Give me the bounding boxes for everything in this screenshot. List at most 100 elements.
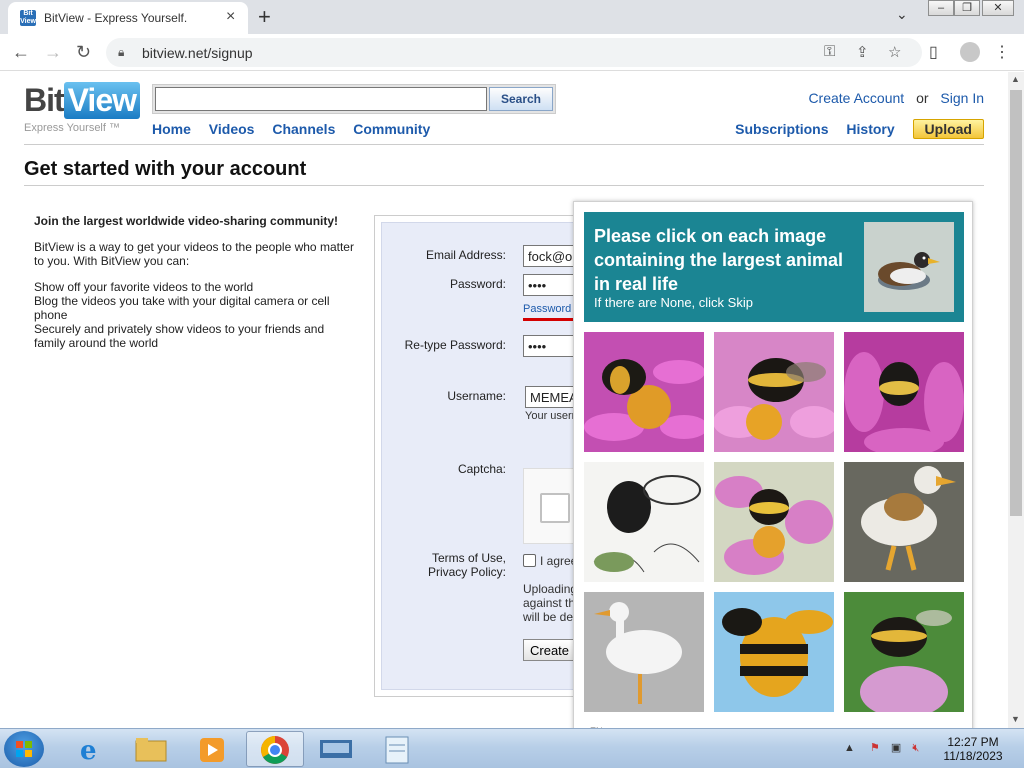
svg-text:e: e [80, 736, 97, 766]
scroll-up-icon[interactable]: ▲ [1011, 74, 1020, 84]
new-tab-icon[interactable]: + [258, 4, 271, 30]
keyboard-icon[interactable] [308, 731, 366, 767]
captcha-header: Please click on each image containing th… [584, 212, 964, 322]
back-icon[interactable]: ← [12, 42, 30, 63]
side-panel-icon[interactable]: ▯ [929, 42, 938, 62]
forward-icon[interactable]: → [44, 42, 62, 63]
page-title: Get started with your account [24, 158, 307, 180]
network-error-icon[interactable]: ⚑ [870, 742, 880, 754]
intro-list-item: Blog the videos you take with your digit… [34, 294, 330, 322]
captcha-tile-fly-sketch[interactable] [584, 462, 704, 582]
profile-avatar-icon[interactable] [960, 42, 980, 62]
logo-bit-text: Bit [24, 82, 65, 118]
create-account-link[interactable]: Create Account [808, 90, 904, 106]
duck-icon [864, 222, 954, 312]
site-search: Search [152, 84, 556, 114]
username-label: Username: [447, 389, 506, 403]
restore-window-icon[interactable]: ❐ [954, 0, 980, 16]
browser-tab-strip: Bit View BitView - Express Yourself. × +… [0, 0, 1024, 34]
nav-community[interactable]: Community [353, 121, 430, 137]
captcha-tile-bee-on-pink-flower[interactable] [584, 332, 704, 452]
start-button[interactable] [4, 731, 44, 767]
subscriptions-link[interactable]: Subscriptions [735, 121, 828, 137]
header-divider [24, 144, 984, 145]
address-url[interactable]: bitview.net/signup [142, 45, 253, 61]
chrome-icon[interactable] [246, 731, 304, 767]
intro-paragraph: BitView is a way to get your videos to t… [34, 240, 354, 268]
key-icon[interactable]: ⚿ [824, 43, 835, 60]
nav-videos[interactable]: Videos [209, 121, 255, 137]
windows-taskbar: e ▲ ⚑ ▣ 🔇︎ 12:27 PM 11/18/2023 [0, 728, 1024, 768]
tab-title: BitView - Express Yourself. [44, 11, 188, 25]
captcha-prompt: Please click on each image containing th… [594, 226, 844, 294]
captcha-tile-duck-toy[interactable] [844, 462, 964, 582]
email-label: Email Address: [425, 248, 506, 262]
terms-checkbox[interactable] [523, 554, 536, 567]
captcha-tile-bee-on-thistle[interactable] [844, 592, 964, 712]
reload-icon[interactable]: ↻ [76, 42, 91, 63]
scrollbar-thumb[interactable] [1010, 90, 1022, 516]
notepad-icon[interactable] [370, 731, 428, 767]
retype-password-label: Re-type Password: [404, 338, 506, 352]
captcha-label: Captcha: [457, 462, 506, 476]
bookmark-star-icon[interactable]: ☆ [888, 43, 901, 61]
tab-search-chevron-icon[interactable]: ⌄ [896, 6, 908, 23]
file-explorer-icon[interactable] [122, 731, 180, 767]
password-strength-text: Password s [523, 303, 580, 315]
windows-flag-icon [16, 741, 32, 757]
logo-view-text: View [63, 82, 140, 119]
or-text: or [916, 90, 929, 106]
intro-list-item: Show off your favorite videos to the wor… [34, 280, 254, 294]
search-button[interactable]: Search [489, 87, 553, 111]
bitview-favicon-icon: Bit View [20, 10, 36, 26]
terms-label: Terms of Use, [431, 551, 506, 565]
upload-button[interactable]: Upload [912, 119, 984, 139]
browser-toolbar: ← → ↻ 🔒︎ bitview.net/signup ⚿ ⇪ ☆ ▯ ⋮ [0, 34, 1024, 71]
intro-text: Join the largest worldwide video-sharing… [34, 214, 354, 350]
password-label: Password: [449, 277, 506, 291]
intro-heading: Join the largest worldwide video-sharing… [34, 214, 339, 228]
minimize-window-icon[interactable]: – [928, 0, 954, 16]
browser-tab[interactable]: Bit View BitView - Express Yourself. × [8, 2, 248, 34]
close-tab-icon[interactable]: × [226, 8, 235, 26]
privacy-label: Privacy Policy: [427, 565, 506, 579]
page-scrollbar[interactable]: ▲ ▼ [1008, 72, 1024, 728]
account-links: Create Account or Sign In [808, 90, 984, 106]
address-bar[interactable]: 🔒︎ bitview.net/signup ⚿ ⇪ ☆ [106, 38, 922, 67]
action-center-icon[interactable]: ▣ [891, 742, 901, 754]
clock-date: 11/18/2023 [943, 749, 1003, 763]
clock-time: 12:27 PM [947, 735, 999, 749]
menu-kebab-icon[interactable]: ⋮ [994, 42, 1010, 62]
system-tray: ▲ ⚑ ▣ 🔇︎ [844, 741, 919, 755]
scroll-down-icon[interactable]: ▼ [1011, 714, 1020, 724]
intro-list-item: Securely and privately show videos to yo… [34, 322, 325, 350]
captcha-tile-bee-on-pink-flower[interactable] [714, 462, 834, 582]
bitview-logo[interactable]: Bit View Express Yourself ™ [24, 82, 140, 134]
close-window-icon[interactable]: ✕ [982, 0, 1014, 16]
main-nav: Home Videos Channels Community [152, 121, 444, 137]
captcha-checkbox[interactable] [540, 493, 570, 523]
title-divider [24, 185, 984, 186]
taskbar-clock[interactable]: 12:27 PM 11/18/2023 [938, 735, 1008, 763]
show-hidden-icons-icon[interactable]: ▲ [844, 742, 855, 754]
captcha-tile-bee-on-pink-flower[interactable] [714, 332, 834, 452]
lock-icon[interactable]: 🔒︎ [118, 45, 124, 60]
share-icon[interactable]: ⇪ [856, 43, 869, 61]
site-search-input[interactable] [155, 87, 487, 111]
logo-tagline: Express Yourself ™ [24, 122, 120, 134]
internet-explorer-icon[interactable]: e [60, 731, 118, 767]
user-links: Subscriptions History Upload [721, 119, 984, 139]
captcha-tile-bee-cartoon[interactable] [714, 592, 834, 712]
captcha-skip-hint: If there are None, click Skip [594, 295, 753, 310]
captcha-tile-white-bird[interactable] [584, 592, 704, 712]
sign-in-link[interactable]: Sign In [940, 90, 984, 106]
upload-note-line: Uploading [523, 582, 578, 596]
captcha-tile-bee-on-purple-flower[interactable] [844, 332, 964, 452]
history-link[interactable]: History [846, 121, 894, 137]
captcha-challenge-popup: Please click on each image containing th… [573, 201, 973, 731]
volume-muted-icon[interactable]: 🔇︎ [912, 742, 919, 754]
nav-channels[interactable]: Channels [272, 121, 335, 137]
media-player-icon[interactable] [184, 731, 242, 767]
agree-text: I agree [540, 554, 578, 568]
nav-home[interactable]: Home [152, 121, 191, 137]
